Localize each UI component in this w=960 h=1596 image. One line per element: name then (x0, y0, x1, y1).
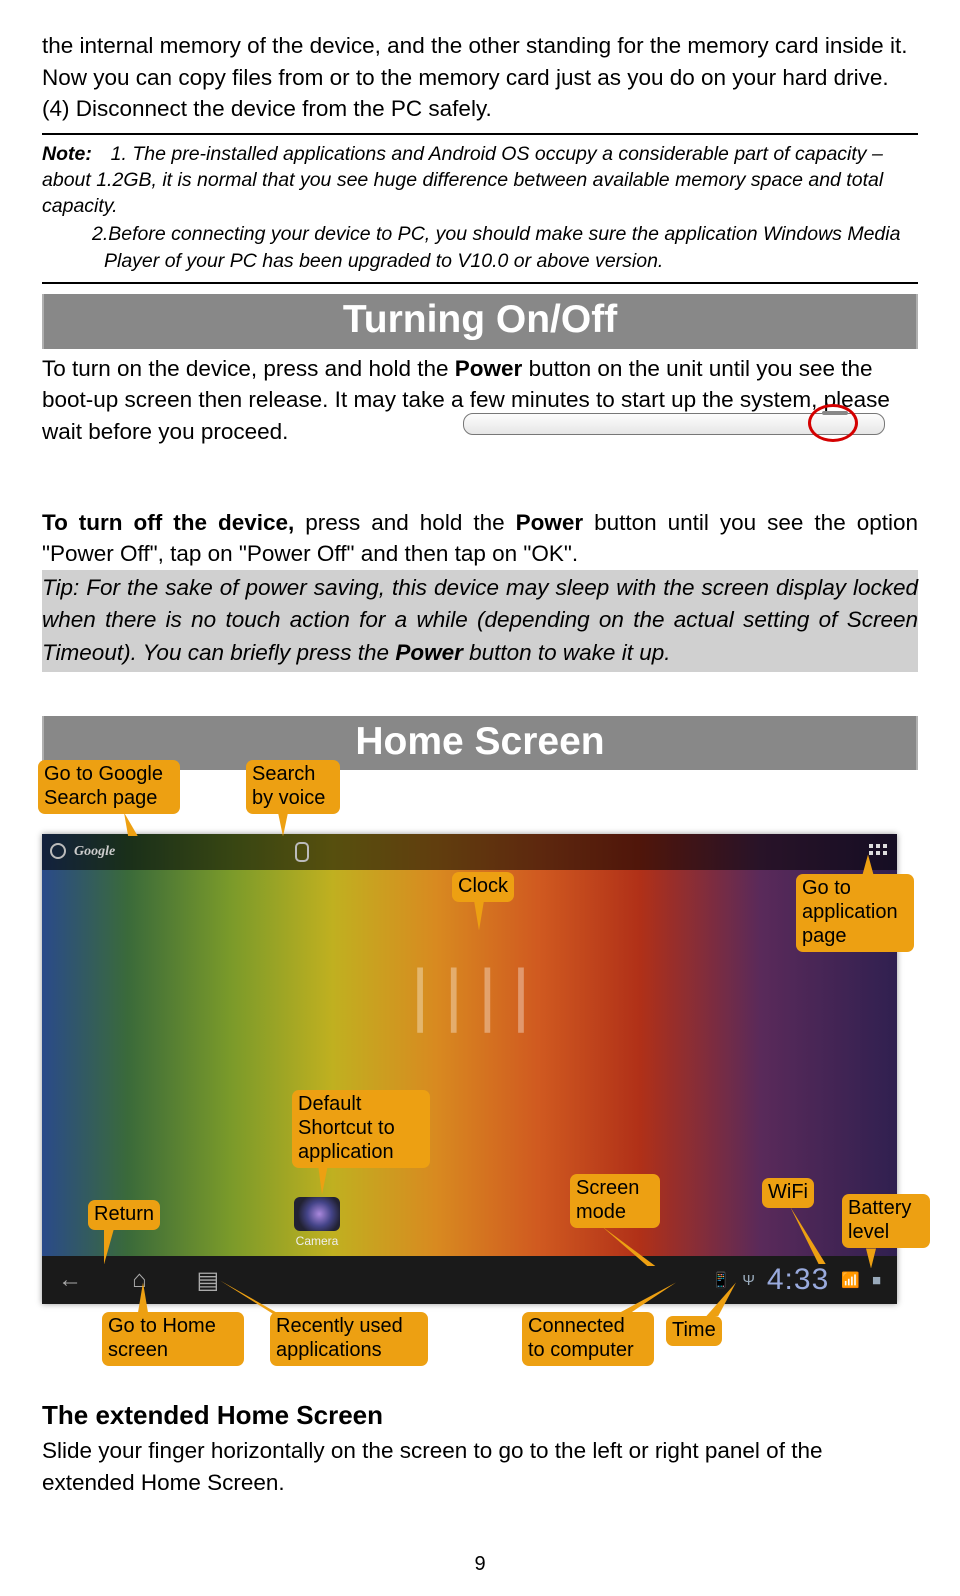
note-2: 2.Before connecting your device to PC, y… (92, 223, 900, 271)
time-display: 4:33 (767, 1263, 829, 1297)
tip-block: Tip: For the sake of power saving, this … (42, 570, 918, 672)
nav-bar: ← ⌂ ▤ 📱 Ψ 4:33 📶 ■ (42, 1256, 897, 1304)
screen-mode-icon: 📱 (712, 1271, 731, 1289)
status-icons: 📱 Ψ 4:33 📶 ■ (712, 1263, 881, 1297)
divider (42, 133, 918, 135)
camera-shortcut: Camera (294, 1197, 340, 1248)
callout-search-voice: Search by voice (246, 760, 340, 814)
camera-icon (294, 1197, 340, 1231)
section-turning-onoff: Turning On/Off (42, 294, 918, 349)
camera-label: Camera (296, 1234, 339, 1248)
page-number: 9 (42, 1553, 918, 1576)
wifi-icon: 📶 (841, 1271, 860, 1289)
intro-line-1: the internal memory of the device, and t… (42, 33, 907, 90)
extended-heading: The extended Home Screen (42, 1400, 918, 1431)
extended-body: Slide your finger horizontally on the sc… (42, 1435, 918, 1498)
home-screen-diagram: Google | | | | Camera ← ⌂ ▤ 📱 Ψ 4:33 (42, 760, 918, 1350)
callout-wifi: WiFi (762, 1178, 814, 1208)
highlight-circle-icon (808, 404, 858, 442)
callout-battery: Battery level (842, 1194, 930, 1248)
callout-clock: Clock (452, 872, 514, 902)
usb-icon: Ψ (742, 1272, 755, 1289)
callout-recent-apps: Recently used applications (270, 1312, 428, 1366)
pointer-icon (124, 812, 138, 836)
tablet-screenshot: Google | | | | Camera ← ⌂ ▤ 📱 Ψ 4:33 (42, 834, 897, 1304)
mic-icon (295, 842, 309, 862)
callout-home-screen: Go to Home screen (102, 1312, 244, 1366)
divider (42, 282, 918, 284)
callout-google-search: Go to Google Search page (38, 760, 180, 814)
note-1: 1. The pre-installed applications and An… (42, 143, 883, 218)
home-icon: ⌂ (132, 1266, 147, 1294)
turn-on-paragraph: To turn on the device, press and hold th… (42, 353, 918, 503)
callout-time: Time (666, 1316, 722, 1346)
section-title: Turning On/Off (44, 294, 916, 349)
turn-off-paragraph: To turn off the device, press and hold t… (42, 507, 918, 570)
battery-icon: ■ (872, 1272, 881, 1289)
apps-grid-icon (869, 844, 887, 855)
intro-paragraph: the internal memory of the device, and t… (42, 30, 918, 125)
callout-default-shortcut: Default Shortcut to application (292, 1090, 430, 1168)
note-block: Note: 1. The pre-installed applications … (42, 141, 918, 275)
pointer-icon (278, 812, 288, 836)
top-bar: Google (42, 834, 897, 870)
back-icon: ← (58, 1266, 82, 1294)
callout-screen-mode: Screen mode (570, 1174, 660, 1228)
note-label: Note: (42, 143, 92, 165)
clock-widget: | | | | (411, 954, 528, 1034)
device-edge-illustration (463, 413, 883, 451)
callout-return: Return (88, 1200, 160, 1230)
intro-line-2: (4) Disconnect the device from the PC sa… (42, 96, 492, 121)
callout-app-page: Go to application page (796, 874, 914, 952)
callout-connected: Connected to computer (522, 1312, 654, 1366)
recents-icon: ▤ (197, 1266, 220, 1295)
